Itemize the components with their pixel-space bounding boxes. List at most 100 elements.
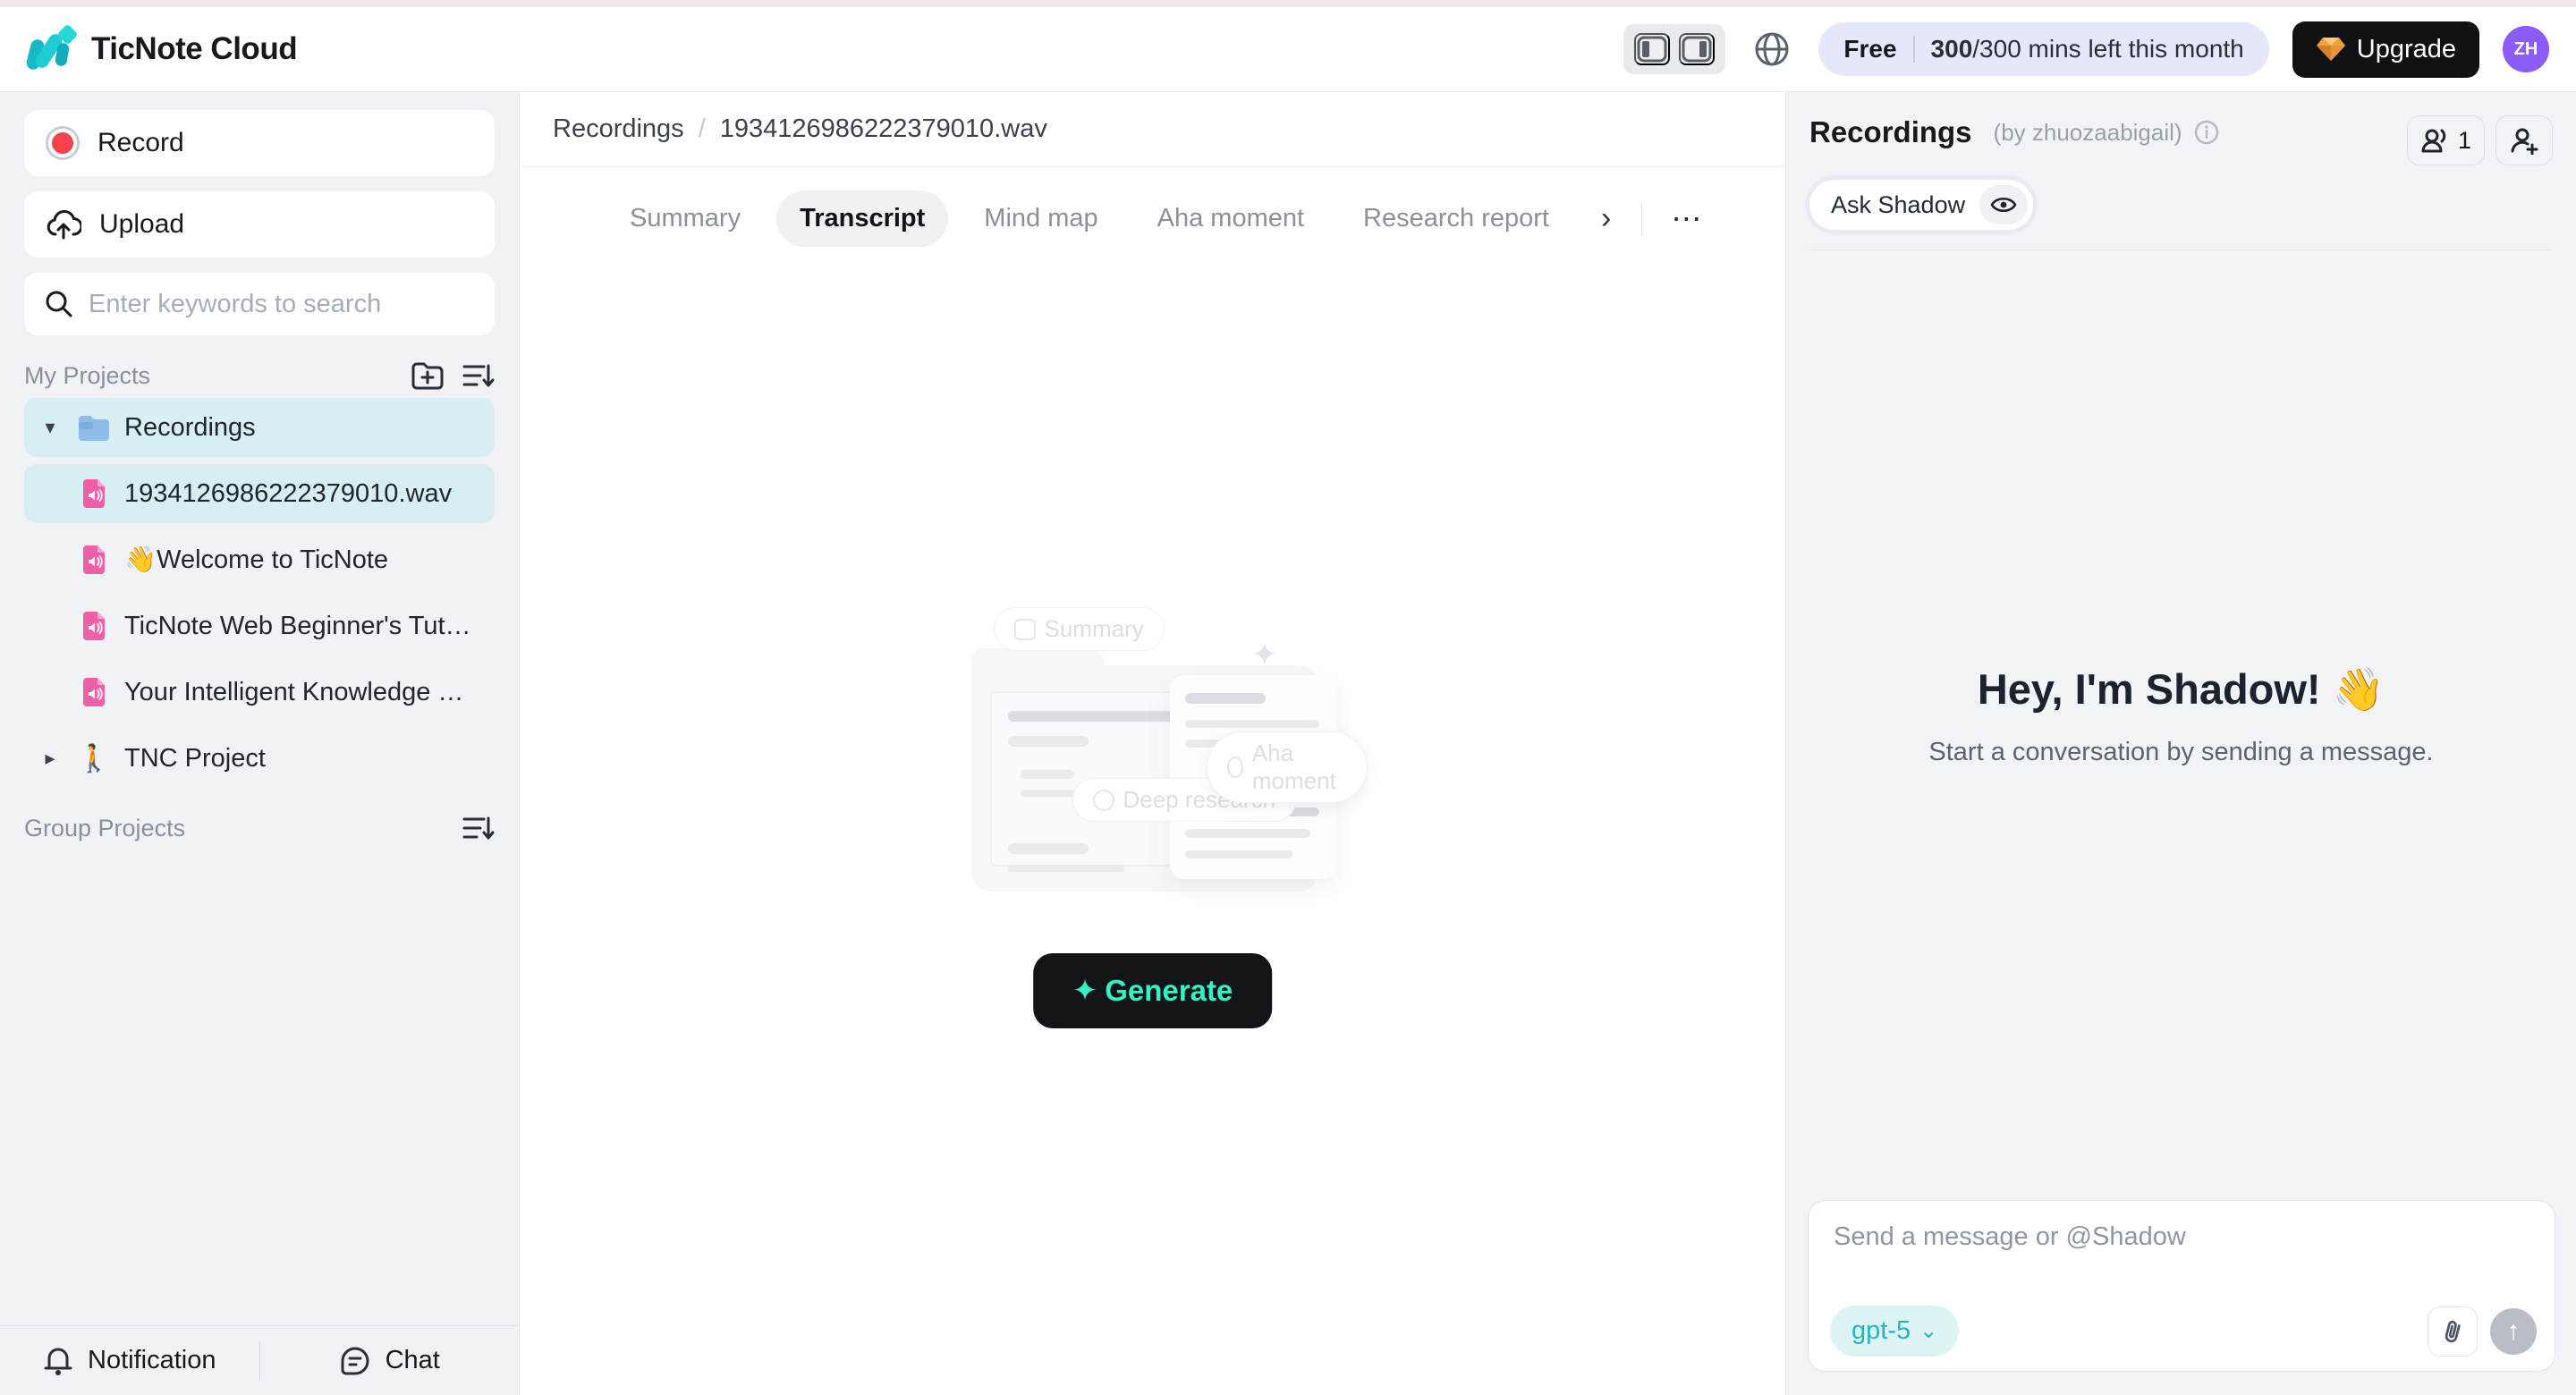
folder-icon (76, 413, 112, 442)
record-label: Record (97, 128, 184, 158)
audio-file-icon (80, 544, 107, 576)
info-icon[interactable] (2193, 119, 2220, 146)
greeting-subtitle: Start a conversation by sending a messag… (1786, 738, 2576, 767)
chat-message-input[interactable] (1834, 1222, 2533, 1285)
chat-greeting: Hey, I'm Shadow! 👋 Start a conversation … (1786, 664, 2576, 767)
audio-icon (76, 478, 112, 510)
globe-icon (1752, 30, 1792, 69)
panel-toggle-group (1623, 24, 1725, 74)
brand-name: TicNote Cloud (91, 31, 297, 67)
notification-button[interactable]: Notification (0, 1326, 259, 1395)
app-root: TicNote Cloud (0, 0, 2576, 1395)
search-input[interactable] (89, 290, 475, 319)
project-list: ▾ Recordings 1934126986222379010.wav 👋We… (24, 398, 495, 788)
chat-header-divider (1809, 249, 2553, 250)
greeting-title: Hey, I'm Shadow! 👋 (1786, 664, 2576, 714)
toggle-right-panel-button[interactable] (1679, 33, 1715, 65)
tab-mind-map[interactable]: Mind map (961, 190, 1121, 247)
attach-file-button[interactable] (2428, 1306, 2478, 1357)
invite-member-button[interactable] (2496, 115, 2553, 165)
deep-research-icon (1093, 790, 1114, 811)
tabs-scroll-right-button[interactable]: › (1592, 201, 1620, 236)
panel-right-icon (1681, 35, 1713, 63)
summary-doc-icon (1014, 619, 1036, 640)
breadcrumb-separator: / (699, 114, 706, 144)
audio-icon (76, 544, 112, 576)
audio-icon (76, 676, 112, 708)
project-list-item[interactable]: ▾ Recordings (24, 398, 495, 457)
folder-icon (77, 413, 111, 442)
audio-file-icon (80, 478, 107, 510)
chevron-down-icon: ⌄ (1919, 1318, 1937, 1344)
tabs-divider (1641, 204, 1642, 234)
members-button[interactable]: 1 (2407, 115, 2485, 165)
paperclip-icon (2439, 1317, 2466, 1346)
record-button[interactable]: Record (24, 110, 495, 176)
sparkle-icon: ✦ (1072, 973, 1098, 1009)
model-selector[interactable]: gpt-5 ⌄ (1830, 1306, 1959, 1357)
send-message-button[interactable]: ↑ (2490, 1308, 2537, 1355)
brand[interactable]: TicNote Cloud (27, 25, 297, 73)
project-list-item[interactable]: 👋Welcome to TicNote (24, 530, 495, 589)
generate-button[interactable]: ✦ Generate (1033, 953, 1273, 1028)
project-list-item[interactable]: TicNote Web Beginner's Tutorial (24, 596, 495, 655)
chat-panel: Recordings (by zhuozaabigail) (1785, 92, 2576, 1395)
sidebar-footer: Notification Chat (0, 1325, 519, 1395)
project-list-item[interactable]: 1934126986222379010.wav (24, 464, 495, 523)
caret-right-icon[interactable]: ▸ (37, 747, 64, 770)
tabs-row: SummaryTranscriptMind mapAha momentResea… (606, 190, 1784, 247)
chat-owner: (by zhuozaabigail) (1994, 119, 2182, 147)
user-avatar[interactable]: ZH (2503, 26, 2549, 72)
breadcrumb-current: 1934126986222379010.wav (720, 114, 1047, 144)
bell-icon (43, 1345, 73, 1377)
project-item-label: TicNote Web Beginner's Tutorial (124, 612, 482, 641)
plan-usage-pill[interactable]: Free 300/300 mins left this month (1818, 22, 2268, 76)
ticnote-logo-icon (27, 25, 79, 73)
upload-button[interactable]: Upload (24, 191, 495, 258)
sort-projects-button[interactable] (461, 360, 495, 391)
usage-text: 300/300 mins left this month (1931, 35, 2244, 63)
tab-research-report[interactable]: Research report (1340, 190, 1572, 247)
record-icon (46, 126, 80, 160)
audio-icon (76, 610, 112, 642)
header-actions: Free 300/300 mins left this month Upgrad… (1623, 21, 2549, 78)
project-item-label: 1934126986222379010.wav (124, 479, 452, 509)
search-icon (44, 289, 74, 319)
project-item-label: Recordings (124, 413, 256, 443)
chat-button[interactable]: Chat (260, 1326, 520, 1395)
illustration-summary-tag: Summary (994, 607, 1165, 651)
app-header: TicNote Cloud (0, 7, 2576, 92)
upgrade-button[interactable]: Upgrade (2292, 21, 2479, 78)
main-panel: Recordings / 1934126986222379010.wav Sum… (521, 92, 1784, 1395)
project-item-label: 👋Welcome to TicNote (124, 545, 388, 575)
gem-icon (2316, 35, 2346, 63)
tab-summary[interactable]: Summary (606, 190, 764, 247)
chat-input-card: gpt-5 ⌄ ↑ (1808, 1200, 2555, 1372)
visibility-pill[interactable] (1979, 185, 2028, 224)
project-list-item[interactable]: ▸ 🚶 TNC Project (24, 729, 495, 788)
breadcrumb-parent[interactable]: Recordings (553, 114, 684, 144)
members-icon (2420, 126, 2451, 155)
new-project-button[interactable] (411, 360, 445, 391)
toggle-left-panel-button[interactable] (1634, 33, 1670, 65)
tabs-more-button[interactable]: ⋯ (1664, 201, 1711, 237)
chat-bubble-icon (339, 1345, 371, 1377)
upload-cloud-icon (46, 208, 81, 241)
ask-shadow-toggle[interactable]: Ask Shadow (1809, 180, 2033, 230)
model-label: gpt-5 (1852, 1316, 1911, 1346)
caret-down-icon[interactable]: ▾ (37, 416, 64, 439)
group-projects-label: Group Projects (24, 815, 185, 842)
group-projects-section: Group Projects (24, 809, 495, 847)
aha-moment-icon (1227, 757, 1243, 778)
person-add-icon (2509, 126, 2539, 155)
members-count: 1 (2458, 127, 2471, 155)
tab-aha-moment[interactable]: Aha moment (1134, 190, 1327, 247)
project-list-item[interactable]: Your Intelligent Knowledge Hub (24, 663, 495, 722)
language-globe-button[interactable] (1749, 26, 1795, 72)
project-item-label: Your Intelligent Knowledge Hub (124, 678, 482, 707)
panel-left-icon (1636, 35, 1668, 63)
tab-transcript[interactable]: Transcript (776, 190, 948, 247)
sort-group-projects-button[interactable] (461, 813, 495, 843)
illustration-aha-moment-tag: Aha moment (1207, 731, 1368, 803)
sort-icon (461, 813, 495, 843)
